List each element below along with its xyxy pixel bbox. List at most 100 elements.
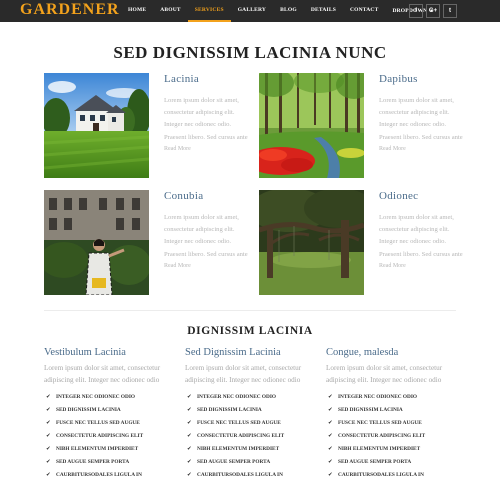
card-body: Lorem ipsum dolor sit amet, consectetur …: [164, 214, 248, 258]
list-item-label: CAURBITURSODALES LIGULA IN: [56, 471, 142, 478]
list-item: ✔ FUSCE NEC TELLUS SED AUGUE: [185, 417, 310, 430]
list-item: ✔ CONSECTETUR ADIPISCING ELIT: [326, 430, 451, 443]
check-icon: ✔: [187, 393, 192, 400]
list-item-label: FUSCE NEC TELLUS SED AUGUE: [338, 419, 422, 426]
card-title[interactable]: Conubia: [164, 190, 254, 202]
gardener-person-image: [44, 190, 149, 295]
column-body-line: Lorem ipsum dolor sit amet, consectetur: [326, 364, 443, 372]
brand-logo[interactable]: GARDENER: [20, 1, 120, 19]
list-item: ✔ CONSECTETUR ADIPISCING ELIT: [185, 430, 310, 443]
list-item-label: SED DIGNISSIM LACINIA: [197, 406, 262, 413]
list-item-label: CONSECTETUR ADIPISCING ELIT: [197, 432, 285, 439]
twitter-icon[interactable]: t: [443, 4, 457, 18]
check-icon: ✔: [187, 471, 192, 478]
service-card: Conubia Lorem ipsum dolor sit amet, cons…: [44, 190, 249, 295]
feature-column: Sed Dignissim Lacinia Lorem ipsum dolor …: [185, 347, 310, 482]
checklist: ✔ INTEGER NEC ODIONEC ODIO ✔ SED DIGNISSIM…: [326, 391, 451, 482]
list-item: ✔ SED DIGNISSIM LACINIA: [326, 404, 451, 417]
check-icon: ✔: [328, 419, 333, 426]
check-icon: ✔: [46, 406, 51, 413]
card-title[interactable]: Lacinia: [164, 73, 254, 85]
list-item: ✔ INTEGER NEC ODIONEC ODIO: [185, 391, 310, 404]
list-item-label: SED DIGNISSIM LACINIA: [56, 406, 121, 413]
list-item-label: INTEGER NEC ODIONEC ODIO: [56, 393, 136, 400]
nav-item-services[interactable]: SERVICES: [187, 0, 231, 22]
list-item-label: INTEGER NEC ODIONEC ODIO: [197, 393, 277, 400]
card-title[interactable]: Odionec: [379, 190, 469, 202]
list-item-label: CAURBITURSODALES LIGULA IN: [338, 471, 424, 478]
flower-park-image: [259, 73, 364, 178]
service-card: Lacinia Lorem ipsum dolor sit amet, cons…: [44, 73, 249, 178]
column-body: Lorem ipsum dolor sit amet, consectetur a…: [326, 363, 451, 387]
column-body: Lorem ipsum dolor sit amet, consectetur a…: [44, 363, 169, 387]
card-title[interactable]: Dapibus: [379, 73, 469, 85]
list-item-label: FUSCE NEC TELLUS SED AUGUE: [56, 419, 140, 426]
list-item: ✔ INTEGER NEC ODIONEC ODIO: [44, 391, 169, 404]
list-item: ✔ CAURBITURSODALES LIGULA IN: [326, 469, 451, 482]
checklist: ✔ INTEGER NEC ODIONEC ODIO ✔ SED DIGNISSIM…: [185, 391, 310, 482]
nav-item-contact[interactable]: CONTACT: [343, 0, 386, 22]
list-item: ✔ NIBH ELEMENTUM IMPERDIET: [326, 443, 451, 456]
column-body-line: Lorem ipsum dolor sit amet, consectetur: [185, 364, 302, 372]
check-icon: ✔: [46, 471, 51, 478]
service-card: Dapibus Lorem ipsum dolor sit amet, cons…: [259, 73, 464, 178]
column-body: Lorem ipsum dolor sit amet, consectetur a…: [185, 363, 310, 387]
list-item: ✔ NIBH ELEMENTUM IMPERDIET: [185, 443, 310, 456]
column-title: Congue, malesda: [326, 347, 399, 358]
facebook-icon[interactable]: f: [409, 4, 423, 18]
column-body-line: adipiscing elit. Integer nec odionec odi…: [185, 375, 301, 384]
check-icon: ✔: [328, 432, 333, 439]
list-item-label: NIBH ELEMENTUM IMPERDIET: [197, 445, 280, 452]
list-item-label: SED DIGNISSIM LACINIA: [338, 406, 403, 413]
nav-item-about[interactable]: ABOUT: [153, 0, 188, 22]
list-item-label: SED AUGUE SEMPER PORTA: [338, 458, 412, 465]
google-plus-icon[interactable]: G+: [426, 4, 440, 18]
list-item-label: NIBH ELEMENTUM IMPERDIET: [338, 445, 421, 452]
main-nav: HOME ABOUT SERVICES GALLERY BLOG DETAILS…: [121, 0, 441, 22]
list-item: ✔ NIBH ELEMENTUM IMPERDIET: [44, 443, 169, 456]
read-more-link[interactable]: Read More: [379, 263, 469, 269]
list-item-label: CONSECTETUR ADIPISCING ELIT: [56, 432, 144, 439]
section-divider: [44, 310, 456, 311]
nav-item-gallery[interactable]: GALLERY: [231, 0, 273, 22]
feature-column: Congue, malesda Lorem ipsum dolor sit am…: [326, 347, 451, 482]
list-item: ✔ SED DIGNISSIM LACINIA: [44, 404, 169, 417]
list-item-label: SED AUGUE SEMPER PORTA: [56, 458, 130, 465]
check-icon: ✔: [187, 432, 192, 439]
list-item-label: NIBH ELEMENTUM IMPERDIET: [56, 445, 139, 452]
card-body: Lorem ipsum dolor sit amet, consectetur …: [379, 97, 463, 141]
list-item: ✔ INTEGER NEC ODIONEC ODIO: [326, 391, 451, 404]
list-item: ✔ SED AUGUE SEMPER PORTA: [326, 456, 451, 469]
check-icon: ✔: [46, 419, 51, 426]
check-icon: ✔: [187, 445, 192, 452]
column-body-line: adipiscing elit. Integer nec odionec odi…: [326, 375, 442, 384]
column-body-line: adipiscing elit. Integer nec odionec odi…: [44, 375, 160, 384]
check-icon: ✔: [46, 445, 51, 452]
navbar: GARDENER HOME ABOUT SERVICES GALLERY BLO…: [0, 0, 500, 22]
check-icon: ✔: [187, 419, 192, 426]
list-item-label: INTEGER NEC ODIONEC ODIO: [338, 393, 418, 400]
nav-item-home[interactable]: HOME: [121, 0, 153, 22]
feature-column: Vestibulum Lacinia Lorem ipsum dolor sit…: [44, 347, 169, 482]
column-title: Sed Dignissim Lacinia: [185, 347, 281, 358]
nav-item-details[interactable]: DETAILS: [304, 0, 343, 22]
list-item: ✔ CAURBITURSODALES LIGULA IN: [44, 469, 169, 482]
card-body: Lorem ipsum dolor sit amet, consectetur …: [164, 97, 248, 141]
oak-tree-image: [259, 190, 364, 295]
service-card: Odionec Lorem ipsum dolor sit amet, cons…: [259, 190, 464, 295]
list-item: ✔ SED AUGUE SEMPER PORTA: [185, 456, 310, 469]
list-item: ✔ CONSECTETUR ADIPISCING ELIT: [44, 430, 169, 443]
list-item-label: CONSECTETUR ADIPISCING ELIT: [338, 432, 426, 439]
page-title: SED DIGNISSIM LACINIA NUNC: [113, 43, 387, 62]
house-image: [44, 73, 149, 178]
check-icon: ✔: [328, 393, 333, 400]
list-item: ✔ FUSCE NEC TELLUS SED AUGUE: [44, 417, 169, 430]
nav-item-blog[interactable]: BLOG: [273, 0, 304, 22]
list-item-label: CAURBITURSODALES LIGULA IN: [197, 471, 283, 478]
read-more-link[interactable]: Read More: [164, 263, 254, 269]
read-more-link[interactable]: Read More: [379, 146, 469, 152]
check-icon: ✔: [328, 458, 333, 465]
read-more-link[interactable]: Read More: [164, 146, 254, 152]
column-title: Vestibulum Lacinia: [44, 347, 126, 358]
list-item: ✔ SED DIGNISSIM LACINIA: [185, 404, 310, 417]
